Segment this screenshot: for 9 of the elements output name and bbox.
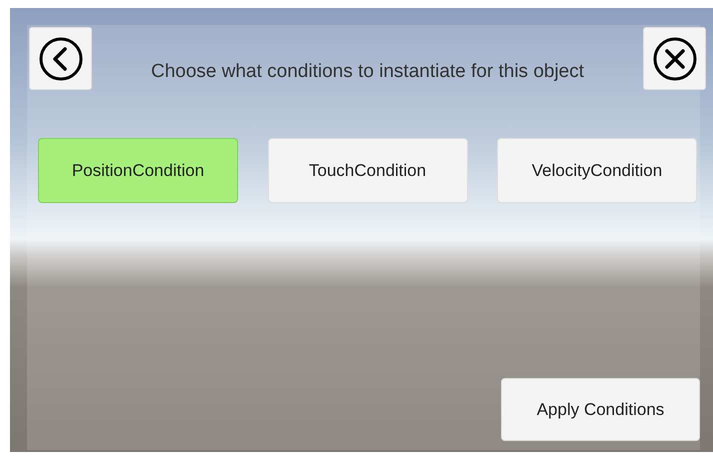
back-button[interactable] bbox=[29, 27, 92, 90]
close-icon bbox=[652, 36, 698, 82]
header-title: Choose what conditions to instantiate for this object bbox=[150, 61, 584, 83]
close-button[interactable] bbox=[643, 27, 706, 90]
apply-conditions-button[interactable]: Apply Conditions bbox=[501, 378, 700, 441]
condition-button[interactable]: VelocityCondition bbox=[497, 138, 697, 203]
condition-button[interactable]: TouchCondition bbox=[268, 138, 468, 203]
condition-button[interactable]: PositionCondition bbox=[38, 138, 238, 203]
back-icon bbox=[38, 36, 84, 82]
